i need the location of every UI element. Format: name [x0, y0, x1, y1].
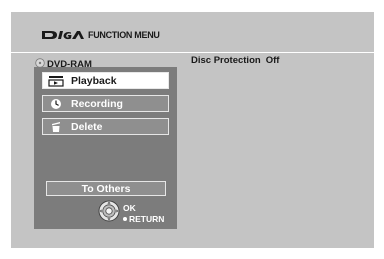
menu-item-label: Recording — [71, 97, 123, 110]
menu-item-recording[interactable]: Recording — [42, 95, 169, 112]
trash-icon — [47, 119, 65, 134]
return-label: RETURN — [129, 213, 165, 224]
menu-item-label: Playback — [71, 74, 117, 87]
menu-title: FUNCTION MENU — [88, 30, 160, 40]
ok-label: OK — [123, 202, 136, 213]
remote-hint: OK RETURN — [98, 200, 164, 227]
function-menu-screen: FUNCTION MENU DVD-RAM Disc Protection Off… — [11, 12, 374, 248]
cursor-pad-icon — [98, 200, 120, 227]
disc-protection-status: Disc Protection Off — [191, 55, 279, 66]
menu-item-label: Delete — [71, 120, 103, 133]
to-others-button[interactable]: To Others — [46, 181, 166, 196]
disc-protection-value: Off — [265, 55, 280, 66]
disc-protection-label: Disc Protection — [191, 55, 261, 66]
diga-logo-icon — [41, 30, 85, 40]
playback-icon — [47, 73, 65, 88]
menu-item-playback[interactable]: Playback — [42, 72, 169, 89]
menu-panel: Playback Recording Delete To Others OK R… — [34, 67, 177, 229]
menu-item-delete[interactable]: Delete — [42, 118, 169, 135]
menu-header: FUNCTION MENU — [41, 29, 160, 41]
return-dot-icon — [123, 217, 127, 221]
header-divider — [11, 52, 374, 53]
clock-icon — [47, 96, 65, 111]
